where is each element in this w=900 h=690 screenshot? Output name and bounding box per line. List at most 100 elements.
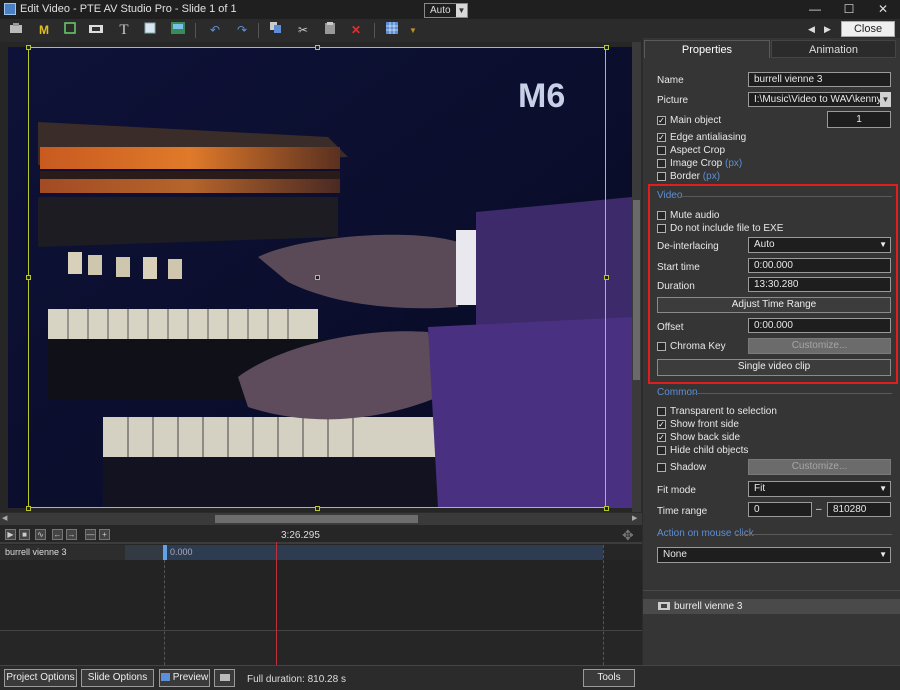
shadow-label: Shadow xyxy=(670,462,707,473)
resize-handle[interactable] xyxy=(315,275,320,280)
full-duration: Full duration: 810.28 s xyxy=(247,674,346,685)
maximize-button[interactable]: ☐ xyxy=(832,0,866,19)
transparent-checkbox[interactable] xyxy=(657,407,666,416)
stop-button[interactable]: ■ xyxy=(19,529,30,540)
tab-properties[interactable]: Properties xyxy=(644,40,770,58)
image-crop-unit: (px) xyxy=(725,158,743,169)
hide-child-checkbox[interactable] xyxy=(657,446,666,455)
zoom-value: Auto xyxy=(430,5,451,16)
section-divider xyxy=(694,393,892,394)
object-list-divider xyxy=(643,590,900,591)
playhead[interactable] xyxy=(276,542,277,665)
step-forward-button[interactable]: → xyxy=(66,529,77,540)
redo-icon[interactable]: ↷ xyxy=(232,21,252,40)
show-front-checkbox[interactable]: ✓ xyxy=(657,420,666,429)
minimize-button[interactable]: — xyxy=(798,0,832,19)
mask-icon[interactable]: M xyxy=(34,21,54,40)
image-icon[interactable] xyxy=(168,21,188,40)
playhead-time: 3:26.295 xyxy=(281,530,320,541)
project-options-button[interactable]: Project Options xyxy=(4,669,77,687)
app-icon xyxy=(4,3,16,15)
delete-icon[interactable]: ✕ xyxy=(346,21,366,40)
show-back-checkbox[interactable]: ✓ xyxy=(657,433,666,442)
resize-handle[interactable] xyxy=(315,45,320,50)
resize-handle[interactable] xyxy=(315,506,320,511)
grid-icon[interactable] xyxy=(382,21,402,40)
video-icon[interactable] xyxy=(86,21,106,40)
toolbar-separator xyxy=(374,23,375,38)
close-button[interactable]: Close xyxy=(841,21,895,37)
fullscreen-preview-button[interactable] xyxy=(214,669,235,687)
toolbar-separator xyxy=(195,23,196,38)
shadow-customize-button[interactable]: Customize... xyxy=(748,459,891,475)
tab-animation[interactable]: Animation xyxy=(771,40,896,58)
next-slide-icon[interactable]: ▶ xyxy=(824,24,831,35)
chevron-down-icon: ▼ xyxy=(879,484,887,493)
picture-path-field[interactable]: I:\Music\Video to WAV\kenny burrell 2 xyxy=(748,92,881,107)
step-back-button[interactable]: ← xyxy=(52,529,63,540)
fit-mode-select[interactable]: Fit ▼ xyxy=(748,481,891,497)
time-range-label: Time range xyxy=(657,506,708,517)
slide-options-button[interactable]: Slide Options xyxy=(81,669,154,687)
resize-handle[interactable] xyxy=(604,506,609,511)
slide-end-line xyxy=(603,545,604,665)
edge-antialiasing-label: Edge antialiasing xyxy=(670,132,747,143)
fit-mode-label: Fit mode xyxy=(657,485,696,496)
undo-icon[interactable]: ↶ xyxy=(205,21,225,40)
window-close-button[interactable]: ✕ xyxy=(866,0,900,19)
timeline-ruler xyxy=(0,542,642,544)
picture-dropdown-icon[interactable]: ▼ xyxy=(880,92,891,107)
resize-handle[interactable] xyxy=(26,506,31,511)
rectangle-icon[interactable] xyxy=(140,21,160,40)
name-field[interactable]: burrell vienne 3 xyxy=(748,72,891,87)
main-object-number[interactable]: 1 xyxy=(827,111,891,128)
time-range-to-field[interactable]: 810280 xyxy=(827,502,891,517)
waveform-button[interactable]: ∿ xyxy=(35,529,46,540)
main-object-checkbox[interactable]: ✓ xyxy=(657,116,666,125)
resize-handle[interactable] xyxy=(26,275,31,280)
track-name[interactable]: burrell vienne 3 xyxy=(5,547,67,557)
monitor-icon xyxy=(219,674,230,681)
image-crop-checkbox[interactable] xyxy=(657,159,666,168)
slide-icon[interactable] xyxy=(6,21,26,40)
zoom-out-button[interactable]: — xyxy=(85,529,96,540)
timeline-empty-area xyxy=(0,560,642,630)
preview-button[interactable]: Preview xyxy=(159,669,210,687)
clip-start-marker[interactable] xyxy=(163,545,167,560)
picture-label: Picture xyxy=(657,95,689,106)
mouse-action-select[interactable]: None ▼ xyxy=(657,547,891,563)
aspect-crop-label: Aspect Crop xyxy=(670,145,726,156)
prev-slide-icon[interactable]: ◀ xyxy=(808,24,815,35)
scroll-right-icon[interactable]: ▶ xyxy=(632,514,637,522)
shadow-checkbox[interactable] xyxy=(657,463,666,472)
hide-child-label: Hide child objects xyxy=(670,445,749,456)
border-checkbox[interactable] xyxy=(657,172,666,181)
video-object-icon xyxy=(658,601,670,614)
fit-mode-value: Fit xyxy=(754,483,766,494)
cut-icon[interactable]: ✂ xyxy=(293,21,313,40)
horizontal-scroll-thumb[interactable] xyxy=(215,515,418,523)
aspect-crop-checkbox[interactable] xyxy=(657,146,666,155)
slide-start-line xyxy=(164,560,165,665)
chevron-down-icon: ▼ xyxy=(456,4,467,17)
name-label: Name xyxy=(657,75,684,86)
resize-handle[interactable] xyxy=(26,45,31,50)
zoom-in-button[interactable]: + xyxy=(99,529,110,540)
text-icon[interactable]: T xyxy=(114,21,134,40)
frame-icon[interactable] xyxy=(60,21,80,40)
edge-antialiasing-checkbox[interactable]: ✓ xyxy=(657,133,666,142)
tools-button[interactable]: Tools xyxy=(583,669,635,687)
play-button[interactable]: ▶ xyxy=(5,529,16,540)
paste-icon[interactable] xyxy=(320,21,340,40)
resize-handle[interactable] xyxy=(604,275,609,280)
copy-icon[interactable] xyxy=(266,21,286,40)
vertical-scroll-thumb[interactable] xyxy=(633,200,640,380)
video-section-highlight xyxy=(648,184,898,384)
video-clip[interactable] xyxy=(163,545,603,560)
window-title: Edit Video - PTE AV Studio Pro - Slide 1… xyxy=(20,3,237,15)
arrow-down-icon[interactable]: ▼ xyxy=(403,21,423,40)
time-range-from-field[interactable]: 0 xyxy=(748,502,812,517)
scroll-left-icon[interactable]: ◀ xyxy=(2,514,7,522)
zoom-select[interactable]: Auto ▼ xyxy=(424,3,468,18)
resize-handle[interactable] xyxy=(604,45,609,50)
